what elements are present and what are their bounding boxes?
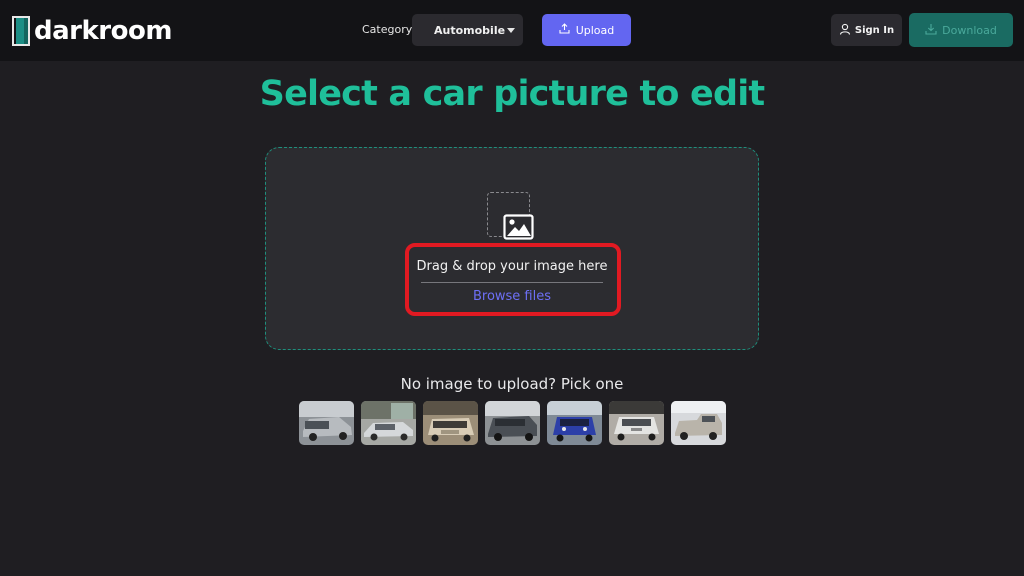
sign-in-button[interactable]: Sign In [831, 14, 902, 46]
sample-car-5[interactable] [547, 401, 602, 445]
download-button[interactable]: Download [909, 13, 1013, 47]
user-icon [839, 23, 851, 38]
sample-car-1[interactable] [299, 401, 354, 445]
chevron-down-icon [507, 28, 515, 33]
sample-car-2[interactable] [361, 401, 416, 445]
sample-car-6[interactable] [609, 401, 664, 445]
upload-button[interactable]: Upload [542, 14, 631, 46]
samples-heading: No image to upload? Pick one [400, 375, 624, 393]
category-label: Category: [362, 23, 416, 36]
download-icon [925, 23, 937, 38]
page-title: Select a car picture to edit [259, 74, 765, 114]
sample-car-4[interactable] [485, 401, 540, 445]
sign-in-label: Sign In [854, 24, 895, 36]
highlight-annotation [405, 243, 621, 316]
sample-car-7[interactable] [671, 401, 726, 445]
category-value: Automobile [434, 23, 506, 37]
upload-icon [559, 23, 570, 37]
logo-text: darkroom [34, 16, 172, 46]
upload-button-label: Upload [575, 23, 615, 37]
logo[interactable]: darkroom [12, 14, 172, 48]
darkroom-logo-icon [12, 15, 32, 47]
app-header: darkroom Category: Automobile Upload Sig… [0, 0, 1024, 61]
image-icon [503, 214, 534, 240]
download-label: Download [942, 23, 997, 37]
sample-images [299, 401, 726, 445]
sample-car-3[interactable] [423, 401, 478, 445]
category-select[interactable]: Automobile [412, 14, 523, 46]
